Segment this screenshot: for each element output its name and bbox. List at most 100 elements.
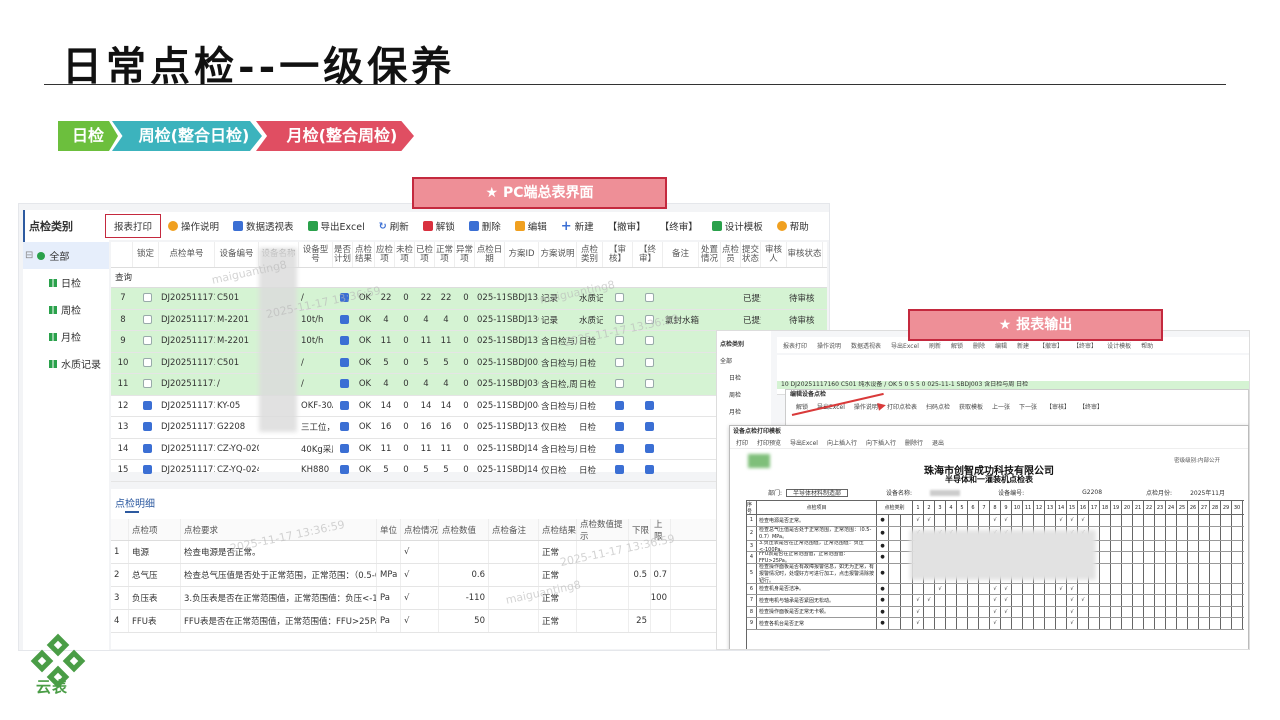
report-toolbar-button[interactable]: 数据透视表 [851, 341, 881, 350]
grid-col-header[interactable]: 方案ID [505, 242, 539, 267]
report-toolbar-button[interactable]: 解锁 [951, 341, 963, 350]
grid-col-header[interactable]: 设备编号 [215, 242, 259, 267]
sidebar-item-all[interactable]: ⊟ 全部 [23, 242, 109, 269]
audit-checkbox[interactable] [614, 314, 624, 324]
dialog-button[interactable]: 打印 [736, 438, 748, 447]
grid-col-header[interactable]: 点检结果 [353, 242, 375, 267]
report-toolbar-button[interactable]: 新建 [1017, 341, 1029, 350]
dialog-button[interactable]: 扫码点检 [926, 402, 950, 411]
sidebar-item-monthly[interactable]: 月检 [23, 323, 109, 350]
grid-col-header[interactable]: 方案说明 [539, 242, 577, 267]
plan-checkbox[interactable] [339, 400, 349, 410]
delete-button[interactable]: 删除 [462, 219, 508, 233]
dialog-button[interactable]: 向下插入行 [866, 438, 896, 447]
lock-checkbox[interactable] [142, 379, 152, 389]
revoke-audit-button[interactable]: 【撤审】 [601, 219, 653, 233]
plan-checkbox[interactable] [339, 422, 349, 432]
lock-checkbox[interactable] [142, 400, 152, 410]
plan-checkbox[interactable] [339, 443, 349, 453]
dialog-button[interactable]: 【终审】 [1079, 402, 1103, 411]
final-audit-checkbox[interactable] [644, 443, 654, 453]
grid-col-header[interactable]: 备注 [663, 242, 699, 267]
grid-col-header[interactable] [111, 242, 133, 267]
grid-col-header[interactable]: 已检项 [415, 242, 435, 267]
dialog-button[interactable]: 导出Excel [790, 438, 818, 447]
dialog-button[interactable]: 打印预览 [757, 438, 781, 447]
audit-checkbox[interactable] [614, 465, 624, 475]
final-audit-checkbox[interactable] [644, 357, 654, 367]
final-audit-checkbox[interactable] [644, 336, 654, 346]
dialog-button[interactable]: 删除行 [905, 438, 923, 447]
lock-checkbox[interactable] [142, 336, 152, 346]
report-toolbar-button[interactable]: 刷新 [929, 341, 941, 350]
lock-checkbox[interactable] [142, 357, 152, 367]
plan-checkbox[interactable] [339, 465, 349, 475]
grid-col-header[interactable]: 应检项 [375, 242, 395, 267]
lock-checkbox[interactable] [142, 314, 152, 324]
detail-cell[interactable]: FFU表 [129, 610, 181, 632]
report-toolbar-button[interactable]: 导出Excel [891, 341, 919, 350]
dialog-button[interactable]: 解锁 [796, 402, 808, 411]
grid-col-header[interactable]: 审核状态 [787, 242, 823, 267]
grid-col-header[interactable]: 正常项 [435, 242, 455, 267]
dialog-button[interactable]: 打印点检表 [887, 402, 917, 411]
report-grid-row[interactable]: 10 DJ20251117160 C501 纯水设备 / OK 5 0 5 5 … [777, 381, 1249, 389]
sidebar-item-water[interactable]: 水质记录 [23, 350, 109, 377]
table-row[interactable]: 8 DJ20251117162M-2201 10t/h OK 4 0 4 4 0 025-11-1… [111, 309, 827, 331]
grid-col-header[interactable]: 点检单号 [159, 242, 215, 267]
plan-checkbox[interactable] [339, 357, 349, 367]
audit-checkbox[interactable] [614, 400, 624, 410]
final-audit-checkbox[interactable] [644, 379, 654, 389]
report-toolbar-button[interactable]: 【撤审】 [1039, 341, 1063, 350]
grid-col-header[interactable]: 处置情况 [699, 242, 721, 267]
report-toolbar-button[interactable]: 编辑 [995, 341, 1007, 350]
final-audit-checkbox[interactable] [644, 293, 654, 303]
report-sidebar-item[interactable]: 全部 [717, 352, 771, 369]
lock-checkbox[interactable] [142, 443, 152, 453]
final-audit-checkbox[interactable] [644, 465, 654, 475]
final-audit-checkbox[interactable] [644, 422, 654, 432]
detail-cell[interactable]: 电源 [129, 541, 181, 563]
plan-checkbox[interactable] [339, 379, 349, 389]
refresh-button[interactable]: ↻ 刷新 [372, 219, 416, 234]
dialog-button[interactable]: 向上插入行 [827, 438, 857, 447]
lock-checkbox[interactable] [142, 293, 152, 303]
edit-button[interactable]: 编辑 [508, 219, 554, 233]
grid-col-header[interactable]: 提交状态 [741, 242, 761, 267]
plan-checkbox[interactable] [339, 314, 349, 324]
grid-col-header[interactable]: 是否计划 [333, 242, 353, 267]
new-button[interactable]: + 新建 [554, 219, 601, 234]
audit-checkbox[interactable] [614, 379, 624, 389]
grid-col-header[interactable]: 【终审】 [633, 242, 663, 267]
sidebar-item-daily[interactable]: 日检 [23, 269, 109, 296]
unlock-button[interactable]: 解锁 [416, 219, 462, 233]
grid-col-header[interactable]: 【审核】 [603, 242, 633, 267]
instructions-button[interactable]: 操作说明 [161, 219, 226, 233]
lock-checkbox[interactable] [142, 422, 152, 432]
audit-checkbox[interactable] [614, 357, 624, 367]
grid-col-header[interactable]: 点检员 [721, 242, 741, 267]
report-sidebar-item[interactable]: 周检 [717, 386, 771, 403]
grid-col-header[interactable]: 异常项 [455, 242, 475, 267]
audit-checkbox[interactable] [614, 422, 624, 432]
report-toolbar-button[interactable]: 【终审】 [1073, 341, 1097, 350]
dialog-button[interactable]: 退出 [932, 438, 944, 447]
dialog-button[interactable]: 下一张 [1019, 402, 1037, 411]
plan-checkbox[interactable] [339, 336, 349, 346]
report-toolbar-button[interactable]: 删除 [973, 341, 985, 350]
grid-col-header[interactable]: 未检项 [395, 242, 415, 267]
detail-cell[interactable]: 总气压 [129, 564, 181, 586]
grid-col-header[interactable]: 设备型号 [299, 242, 333, 267]
help-button[interactable]: 帮助 [770, 219, 816, 233]
audit-checkbox[interactable] [614, 443, 624, 453]
report-toolbar-button[interactable]: 操作说明 [817, 341, 841, 350]
sidebar-item-weekly[interactable]: 周检 [23, 296, 109, 323]
dialog-button[interactable]: 上一张 [992, 402, 1010, 411]
report-toolbar-button[interactable]: 报表打印 [783, 341, 807, 350]
dialog-button[interactable]: 操作说明 [854, 402, 878, 411]
report-toolbar-button[interactable]: 帮助 [1141, 341, 1153, 350]
grid-col-header[interactable]: 点检类别 [577, 242, 603, 267]
grid-col-header[interactable]: 点检日期 [475, 242, 505, 267]
report-print-button[interactable]: 报表打印 [105, 214, 162, 238]
report-toolbar-button[interactable]: 设计模板 [1107, 341, 1131, 350]
